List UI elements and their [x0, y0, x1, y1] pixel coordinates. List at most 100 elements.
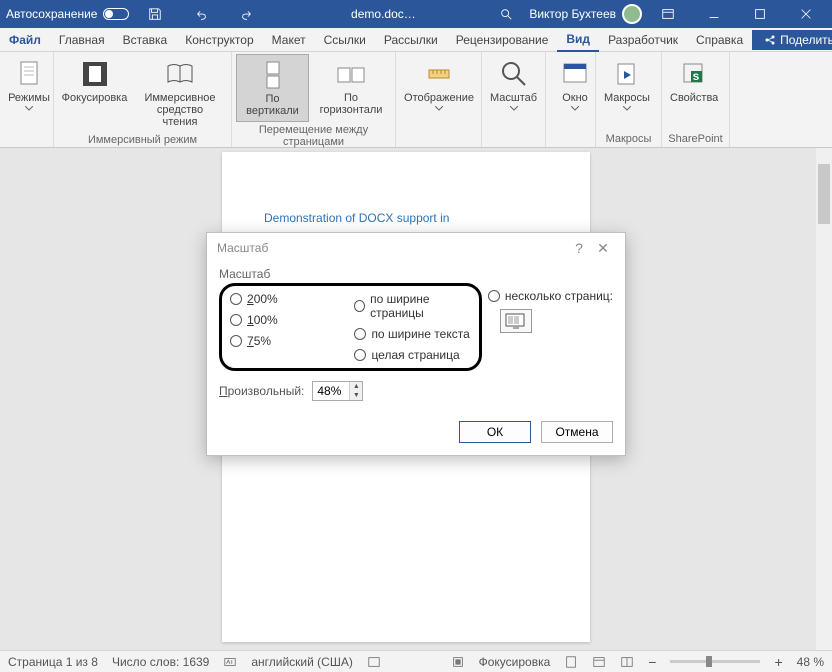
radio-icon	[230, 314, 242, 326]
focus-mode-icon[interactable]	[451, 655, 465, 669]
tab-review[interactable]: Рецензирование	[447, 29, 558, 51]
share-icon	[764, 34, 776, 46]
zoom-dialog: Масштаб ? ✕ Масштаб 200% 100% 75% по шир…	[206, 232, 626, 456]
tab-mailings[interactable]: Рассылки	[375, 29, 447, 51]
zoom-radio-200[interactable]: 200%	[230, 292, 346, 306]
spin-down[interactable]: ▼	[350, 391, 362, 400]
maximize-button[interactable]	[740, 0, 780, 28]
minimize-icon	[707, 7, 721, 21]
focus-icon	[79, 58, 111, 90]
ruler-icon	[423, 58, 455, 90]
properties-button[interactable]: s Свойства	[666, 54, 722, 131]
zoom-slider[interactable]	[670, 660, 760, 663]
vertical-scrollbar[interactable]	[816, 148, 832, 650]
status-words[interactable]: Число слов: 1639	[112, 655, 209, 669]
minimize-button[interactable]	[694, 0, 734, 28]
zoom-radio-multi[interactable]: несколько страниц:	[488, 289, 613, 303]
zoom-radio-page-width[interactable]: по ширине страницы	[354, 292, 470, 320]
radio-icon	[488, 290, 500, 302]
custom-zoom-input[interactable]	[313, 384, 349, 398]
focus-label: Фокусировка	[62, 92, 128, 104]
chevron-down-icon	[25, 106, 33, 111]
macros-button[interactable]: Макросы	[600, 54, 654, 131]
status-language[interactable]: английский (США)	[251, 655, 352, 669]
zoom-icon	[498, 58, 530, 90]
macros-group-title: Макросы	[600, 131, 657, 147]
zoom-radio-100[interactable]: 100%	[230, 313, 346, 327]
properties-label: Свойства	[670, 92, 718, 104]
sharepoint-group-title: SharePoint	[666, 131, 725, 147]
vertical-button[interactable]: По вертикали	[236, 54, 309, 122]
tab-help[interactable]: Справка	[687, 29, 752, 51]
horizontal-button[interactable]: По горизонтали	[311, 54, 391, 122]
window-label: Окно	[562, 92, 588, 104]
dialog-title: Масштаб	[217, 241, 268, 255]
vertical-pages-icon	[257, 59, 289, 91]
zoom-value[interactable]: 48 %	[797, 655, 824, 669]
view-read-icon[interactable]	[592, 655, 606, 669]
undo-button[interactable]	[181, 0, 221, 28]
dialog-help-button[interactable]: ?	[567, 240, 591, 256]
ribbon-options-button[interactable]	[648, 0, 688, 28]
redo-button[interactable]	[227, 0, 267, 28]
view-print-icon[interactable]	[564, 655, 578, 669]
chevron-down-icon	[435, 106, 443, 111]
zoom-options-highlight: 200% 100% 75% по ширине страницы по шири…	[219, 283, 482, 371]
vertical-label: По вертикали	[241, 93, 304, 117]
avatar[interactable]	[622, 4, 642, 24]
status-focus[interactable]: Фокусировка	[479, 655, 551, 669]
zoom-button[interactable]: Масштаб	[486, 54, 541, 131]
close-button[interactable]	[786, 0, 826, 28]
ribbon-group-modes: Режимы	[0, 52, 54, 147]
ribbon-group-immersive: Фокусировка Иммерсивное средство чтения …	[54, 52, 232, 147]
radio-icon	[230, 293, 242, 305]
focus-button[interactable]: Фокусировка	[58, 54, 131, 132]
zoom-out[interactable]: −	[648, 654, 656, 670]
tab-layout[interactable]: Макет	[263, 29, 315, 51]
scrollbar-thumb[interactable]	[818, 164, 830, 224]
dialog-close-button[interactable]: ✕	[591, 240, 615, 257]
statusbar: Страница 1 из 8 Число слов: 1639 английс…	[0, 650, 832, 672]
cancel-button[interactable]: Отмена	[541, 421, 613, 443]
search-icon[interactable]	[499, 7, 513, 21]
redo-icon	[240, 7, 254, 21]
ribbon-tabs: Файл Главная Вставка Конструктор Макет С…	[0, 28, 832, 52]
radio-icon	[354, 300, 365, 312]
tab-view[interactable]: Вид	[557, 28, 599, 52]
multi-pages-button[interactable]	[500, 309, 532, 333]
save-button[interactable]	[135, 0, 175, 28]
custom-zoom-label: Произвольный:	[219, 384, 304, 398]
display-button[interactable]: Отображение	[400, 54, 478, 131]
accessibility-icon[interactable]	[367, 655, 381, 669]
ribbon: Режимы Фокусировка Иммерсивное средство …	[0, 52, 832, 148]
autosave-label: Автосохранение	[6, 7, 97, 21]
view-web-icon[interactable]	[620, 655, 634, 669]
tab-file[interactable]: Файл	[0, 29, 50, 51]
spellcheck-icon[interactable]	[223, 655, 237, 669]
tab-design[interactable]: Конструктор	[176, 29, 262, 51]
status-page[interactable]: Страница 1 из 8	[8, 655, 98, 669]
sharepoint-icon: s	[678, 58, 710, 90]
svg-text:s: s	[693, 69, 700, 83]
zoom-radio-75[interactable]: 75%	[230, 334, 346, 348]
chevron-down-icon	[510, 106, 518, 111]
tab-home[interactable]: Главная	[50, 29, 114, 51]
zoom-radio-whole-page[interactable]: целая страница	[354, 348, 470, 362]
dialog-titlebar: Масштаб ? ✕	[207, 233, 625, 263]
custom-zoom-spinner[interactable]: ▲ ▼	[312, 381, 363, 401]
autosave-toggle[interactable]	[103, 8, 129, 20]
tab-insert[interactable]: Вставка	[114, 29, 177, 51]
document-title: demo.doc…	[351, 7, 416, 21]
zoom-label: Масштаб	[490, 92, 537, 104]
spin-up[interactable]: ▲	[350, 382, 362, 391]
zoom-in[interactable]: +	[774, 654, 782, 670]
window-button[interactable]: Окно	[550, 54, 600, 131]
share-button[interactable]: Поделиться	[752, 30, 832, 50]
immersive-reader-button[interactable]: Иммерсивное средство чтения	[133, 54, 227, 132]
tab-references[interactable]: Ссылки	[315, 29, 375, 51]
ok-button[interactable]: ОК	[459, 421, 531, 443]
tab-developer[interactable]: Разработчик	[599, 29, 687, 51]
titlebar: Автосохранение demo.doc… Виктор Бухтеев	[0, 0, 832, 28]
modes-button[interactable]: Режимы	[4, 54, 54, 131]
zoom-radio-text-width[interactable]: по ширине текста	[354, 327, 470, 341]
